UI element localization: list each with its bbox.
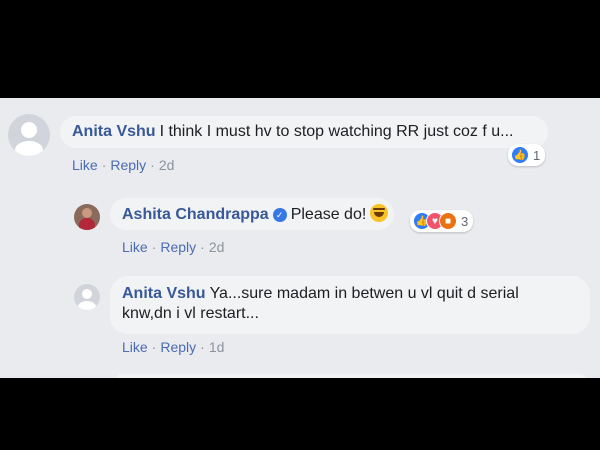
comment-text-continued: knw,dn i vl restart... [122, 305, 259, 322]
laughing-emoji-icon [370, 204, 389, 222]
comment-author[interactable]: Ashita Chandrappa [122, 206, 269, 223]
separator: · [151, 239, 157, 255]
comment-text: I think I must hv to stop watching RR ju… [159, 123, 514, 140]
next-comment-edge [116, 374, 586, 378]
reply-button[interactable]: Reply [160, 239, 196, 255]
comment-bubble: Anita Vshu I think I must hv to stop watc… [60, 116, 548, 148]
separator: · [151, 339, 157, 355]
like-button[interactable]: Like [122, 239, 148, 255]
reaction-summary[interactable]: 👍 1 [508, 144, 546, 166]
comment-timestamp[interactable]: 2d [209, 239, 225, 255]
like-button[interactable]: Like [72, 157, 98, 173]
comment-actions: Like · Reply · 2d [72, 157, 174, 173]
comment-author[interactable]: Anita Vshu [72, 123, 156, 140]
comment-actions: Like · Reply · 2d [122, 239, 224, 255]
like-button[interactable]: Like [122, 339, 148, 355]
reply-button[interactable]: Reply [160, 339, 196, 355]
comment-author[interactable]: Anita Vshu [122, 285, 206, 302]
comment-text: Please do! [290, 206, 367, 223]
reaction-summary[interactable]: 👍 ♥ ■ 3 [410, 210, 474, 232]
comment-timestamp[interactable]: 1d [209, 339, 225, 355]
comment-text: Ya...sure madam in betwen u vl quit d se… [209, 285, 519, 302]
verified-badge-icon: ✓ [272, 208, 287, 222]
separator: · [150, 157, 155, 173]
comment-thread: Anita Vshu I think I must hv to stop watc… [0, 98, 600, 378]
comment-actions: Like · Reply · 1d [122, 339, 224, 355]
reaction-count: 1 [533, 147, 541, 163]
reaction-count: 3 [461, 213, 469, 229]
angry-icon: ■ [439, 212, 457, 230]
separator: · [101, 157, 107, 173]
comment-bubble: Anita Vshu Ya...sure madam in betwen u vl… [110, 276, 590, 334]
avatar[interactable] [74, 284, 100, 310]
avatar[interactable] [74, 204, 100, 230]
reply-button[interactable]: Reply [110, 157, 146, 173]
comment-line-1: Anita Vshu Ya...sure madam in betwen u vl… [122, 284, 590, 304]
avatar[interactable] [8, 114, 50, 156]
like-icon: 👍 [511, 146, 529, 164]
separator: · [200, 339, 205, 355]
separator: · [200, 239, 205, 255]
comment-bubble: Ashita Chandrappa ✓ Please do! [110, 198, 394, 230]
comment-timestamp[interactable]: 2d [159, 157, 175, 173]
